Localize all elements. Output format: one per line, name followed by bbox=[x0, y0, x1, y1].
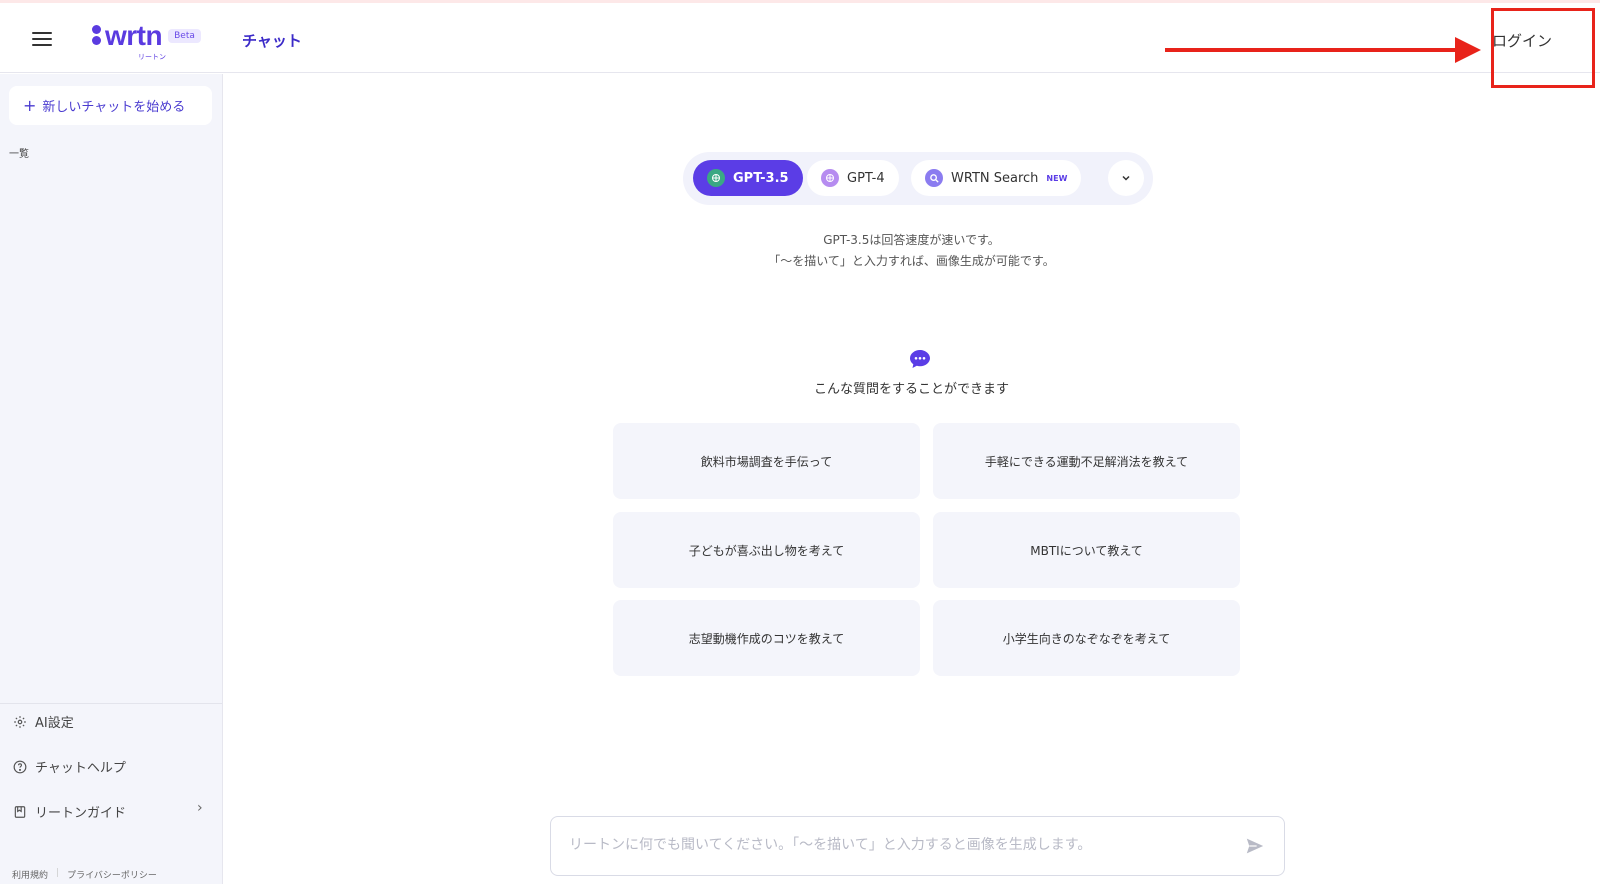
suggestion-card[interactable]: 子どもが喜ぶ出し物を考えて bbox=[613, 512, 920, 588]
top-header: wrtn リートン Beta チャット ログイン bbox=[0, 3, 1600, 73]
chevron-down-icon bbox=[1120, 169, 1132, 188]
gear-icon bbox=[12, 714, 27, 729]
model-label: GPT-4 bbox=[847, 170, 885, 186]
suggestions-title: こんな質問をすることができます bbox=[813, 382, 1009, 397]
book-icon bbox=[12, 804, 27, 819]
model-description-line2: 「〜を描いて」と入力すれば、画像生成が可能です。 bbox=[768, 254, 1055, 268]
chat-list-heading: 一覧 bbox=[9, 149, 29, 160]
model-description-line1: GPT-3.5は回答速度が速いです。 bbox=[823, 233, 1000, 247]
model-dropdown-button[interactable] bbox=[1108, 160, 1144, 196]
terms-link[interactable]: 利用規約 bbox=[12, 868, 48, 881]
sidebar-item-label: リートンガイド bbox=[35, 806, 127, 821]
openai-icon bbox=[707, 169, 725, 187]
logo-subtitle: リートン bbox=[138, 53, 166, 61]
suggestion-card[interactable]: 手軽にできる運動不足解消法を教えて bbox=[933, 423, 1240, 499]
sidebar-bottom-divider bbox=[0, 703, 222, 704]
sidebar-item-label: AI設定 bbox=[35, 716, 74, 731]
chevron-right-icon[interactable]: › bbox=[197, 800, 203, 816]
chat-bubble-icon bbox=[909, 349, 931, 373]
nav-chat-link[interactable]: チャット bbox=[242, 30, 302, 51]
main-content: GPT-3.5 GPT-4 WRTN Search NEW GPT-3.5は回答… bbox=[223, 74, 1600, 884]
logo[interactable]: wrtn リートン Beta bbox=[92, 19, 201, 61]
privacy-link[interactable]: プライバシーポリシー bbox=[67, 868, 157, 881]
menu-icon[interactable] bbox=[32, 32, 52, 46]
suggestion-card[interactable]: MBTIについて教えて bbox=[933, 512, 1240, 588]
model-tab-wrtn-search[interactable]: WRTN Search NEW bbox=[911, 160, 1082, 196]
plus-icon: + bbox=[23, 96, 37, 115]
beta-badge: Beta bbox=[168, 29, 201, 43]
openai-icon bbox=[821, 169, 839, 187]
model-tab-gpt4[interactable]: GPT-4 bbox=[807, 160, 899, 196]
footer-links: 利用規約 | プライバシーポリシー bbox=[12, 868, 157, 881]
new-chat-button[interactable]: + 新しいチャットを始める bbox=[9, 86, 212, 125]
sidebar: + 新しいチャットを始める 一覧 AI設定 チャットヘルプ リートンガイド › … bbox=[0, 74, 223, 884]
annotation-arrow bbox=[1165, 37, 1481, 63]
logo-mark-icon bbox=[92, 25, 102, 51]
suggestion-card[interactable]: 志望動機作成のコツを教えて bbox=[613, 600, 920, 676]
model-tab-gpt35[interactable]: GPT-3.5 bbox=[693, 160, 803, 196]
model-label: WRTN Search bbox=[951, 170, 1039, 186]
chat-input-box bbox=[550, 816, 1285, 876]
search-icon bbox=[925, 169, 943, 187]
suggestion-card[interactable]: 小学生向きのなぞなぞを考えて bbox=[933, 600, 1240, 676]
sidebar-item-chat-help[interactable]: チャットヘルプ bbox=[12, 757, 126, 776]
suggestion-card[interactable]: 飲料市場調査を手伝って bbox=[613, 423, 920, 499]
footer-separator: | bbox=[56, 868, 60, 878]
new-badge: NEW bbox=[1046, 173, 1068, 183]
help-circle-icon bbox=[12, 759, 27, 774]
new-chat-label: 新しいチャットを始める bbox=[42, 100, 186, 115]
send-icon[interactable] bbox=[1245, 837, 1267, 859]
model-label: GPT-3.5 bbox=[733, 170, 789, 186]
sidebar-item-label: チャットヘルプ bbox=[35, 761, 126, 776]
chat-input[interactable] bbox=[569, 833, 1219, 857]
sidebar-item-guide[interactable]: リートンガイド bbox=[12, 802, 126, 821]
sidebar-item-ai-settings[interactable]: AI設定 bbox=[12, 712, 74, 731]
logo-text: wrtn bbox=[105, 20, 163, 51]
model-selector: GPT-3.5 GPT-4 WRTN Search NEW bbox=[683, 152, 1153, 205]
